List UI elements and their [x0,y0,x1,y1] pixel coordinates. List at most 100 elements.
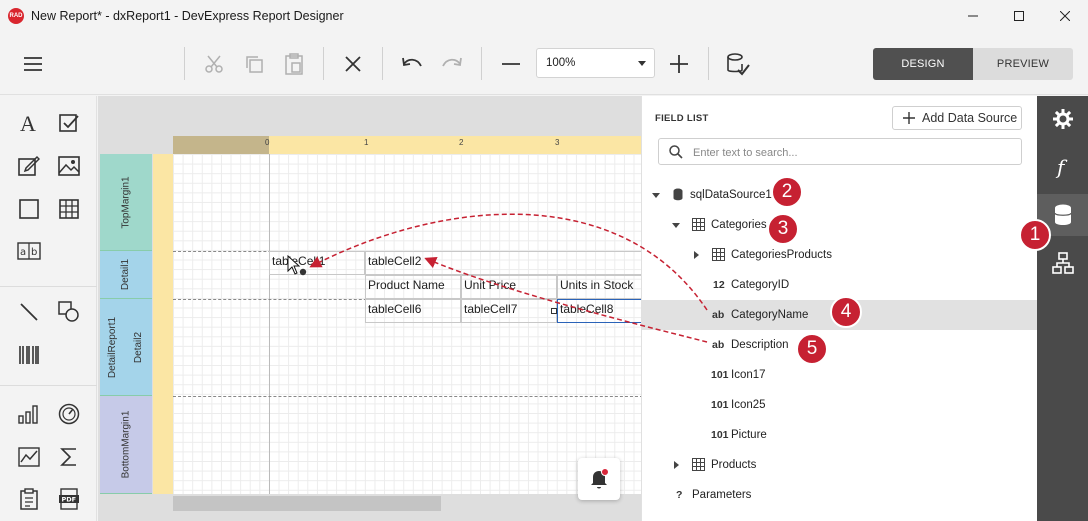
table-cell-tablecell2[interactable]: tableCell2 [365,251,641,275]
toolbox-separator [0,286,97,287]
control-toolbox: A ab PDF [0,96,97,521]
table-tool[interactable] [55,195,83,223]
expressions-tab[interactable]: f [1037,146,1088,188]
x-icon [345,56,361,72]
window-title: New Report* - dxReport1 - DevExpress Rep… [31,9,344,23]
report-page[interactable]: tableCell1 tableCell2 Product Name Unit … [173,154,641,494]
table-cell-tablecell8[interactable]: tableCell8 [557,299,641,323]
tree-item-categories[interactable]: Categories [642,210,1038,240]
resize-handle[interactable] [551,308,557,314]
band-bottommargin[interactable]: BottomMargin1 [100,396,152,494]
copy-button[interactable] [240,50,268,78]
zoom-out-button[interactable] [497,50,525,78]
question-icon: ? [676,489,683,501]
shape-tool[interactable] [55,298,83,326]
sparkline-tool[interactable] [15,443,43,471]
preview-mode-button[interactable]: PREVIEW [973,48,1073,80]
checkbox-tool[interactable] [55,109,83,137]
toolbar-separator [323,47,324,80]
band-topmargin[interactable]: TopMargin1 [100,154,152,251]
hierarchy-icon [1051,252,1074,274]
ab-box-icon: ab [17,242,41,260]
minimize-icon [968,15,978,17]
table-cell-product-name[interactable]: Product Name [365,275,461,299]
callout-badge: 5 [796,333,828,365]
table-cell-tablecell7[interactable]: tableCell7 [461,299,557,323]
search-icon [669,145,683,159]
summary-tool[interactable] [55,443,83,471]
tree-item-icon17[interactable]: 101 Icon17 [642,360,1038,390]
undo-icon [402,57,422,67]
panel-tool[interactable] [15,195,43,223]
barcode-tool[interactable] [15,341,43,369]
hamburger-icon [24,57,42,71]
notification-button[interactable] [578,458,620,500]
binary-type-icon: 101 [711,399,729,411]
tree-item-icon25[interactable]: 101 Icon25 [642,390,1038,420]
gauge-icon [58,403,80,425]
subreport-tool[interactable] [15,485,43,513]
character-comb-tool[interactable]: ab [15,237,43,265]
database-check-icon [727,53,750,76]
scissors-icon [205,55,223,73]
pdf-icon: PDF [59,488,79,510]
tree-item-products[interactable]: Products [642,450,1038,480]
toolbar-separator [481,47,482,80]
design-mode-button[interactable]: DESIGN [873,48,973,80]
table-cell-unit-price[interactable]: Unit Price [461,275,557,299]
tree-item-categoryid[interactable]: 12 CategoryID [642,270,1038,300]
picture-tool[interactable] [55,152,83,180]
chart-tool[interactable] [15,400,43,428]
field-search-input[interactable]: Enter text to search... [658,138,1022,165]
tree-item-picture[interactable]: 101 Picture [642,420,1038,450]
line-tool[interactable] [15,298,43,326]
richtext-tool[interactable] [15,152,43,180]
toolbox-separator [0,385,97,386]
callout-badge: 2 [771,176,803,208]
add-data-source-button[interactable]: Add Data Source [892,106,1022,130]
binary-type-icon: 101 [711,429,729,441]
band-detail1[interactable]: Detail1 [100,251,152,299]
horizontal-scrollbar[interactable] [173,496,441,511]
toolbar-separator [708,47,709,80]
maximize-button[interactable] [996,0,1042,32]
table-cell-tablecell6[interactable]: tableCell6 [365,299,461,323]
redo-icon [442,57,462,67]
collapse-icon[interactable] [672,223,680,228]
pdf-content-tool[interactable]: PDF [55,485,83,513]
hamburger-menu-button[interactable] [19,50,47,78]
minimize-button[interactable] [950,0,996,32]
collapse-icon[interactable] [652,193,660,198]
design-surface[interactable]: 0 1 2 3 TopMargin1 Detail1 DetailReport1… [98,96,641,521]
close-window-button[interactable] [1042,0,1088,32]
redo-button[interactable] [438,50,466,78]
search-placeholder: Enter text to search... [693,147,798,159]
table-cell-units-in-stock[interactable]: Units in Stock [557,275,641,299]
cut-button[interactable] [200,50,228,78]
tree-item-sqldatasource1[interactable]: sqlDataSource1 [642,180,1038,210]
expand-icon[interactable] [694,251,699,259]
label-tool[interactable]: A [15,109,43,137]
validate-button[interactable] [724,50,752,78]
delete-button[interactable] [339,50,367,78]
field-list-title: FIELD LIST [655,113,709,124]
maximize-icon [1014,11,1024,21]
tree-item-parameters[interactable]: ? Parameters [642,480,1038,510]
table-cell-tablecell1[interactable]: tableCell1 [269,251,365,275]
band-detailreport1[interactable]: DetailReport1 [100,299,126,396]
expand-icon[interactable] [674,461,679,469]
tree-item-description[interactable]: ab Description [642,330,1038,360]
band-detail2[interactable]: Detail2 [126,299,152,396]
zoom-dropdown[interactable]: 100% [536,48,655,78]
line-icon [20,303,38,321]
toolbar-separator [184,47,185,80]
zoom-in-button[interactable] [665,50,693,78]
band-divider [173,396,641,397]
gauge-tool[interactable] [55,400,83,428]
undo-button[interactable] [398,50,426,78]
properties-tab[interactable] [1037,98,1088,140]
report-explorer-tab[interactable] [1037,242,1088,284]
tree-item-categoriesproducts[interactable]: CategoriesProducts [642,240,1038,270]
plus-icon [903,112,915,124]
paste-button[interactable] [280,50,308,78]
